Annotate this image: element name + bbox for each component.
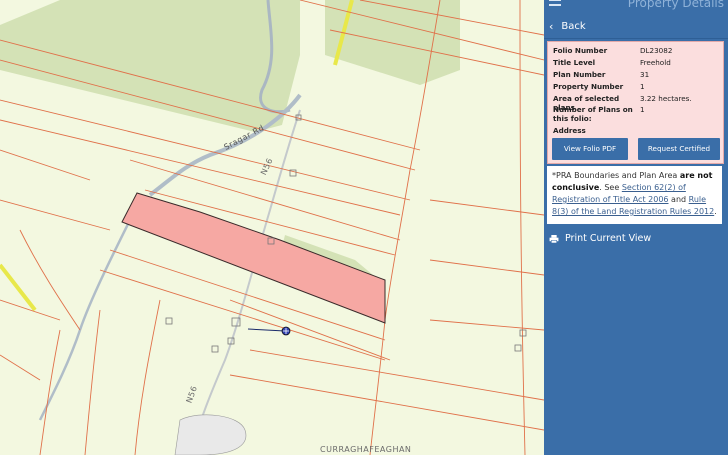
map-canvas[interactable] [0, 0, 544, 455]
view-folio-pdf-button[interactable]: View Folio PDF [552, 138, 628, 160]
woodland-area-northeast [325, 0, 460, 85]
back-label: Back [561, 20, 586, 32]
field-value: 1 [640, 105, 645, 114]
panel-header: Property Details [544, 0, 728, 14]
disclaimer-end: . [714, 207, 717, 216]
chevron-left-icon: ‹ [549, 19, 554, 33]
field-value: DL23082 [640, 46, 673, 55]
field-key: Address [553, 126, 586, 135]
disclaimer-prefix: *PRA Boundaries and Plan Area [552, 171, 680, 180]
field-key: Title Level [553, 58, 596, 67]
quarry-area [174, 414, 247, 455]
road-west [38, 209, 137, 421]
request-certified-copy-button[interactable]: Request Certified Copy [638, 138, 720, 175]
disclaimer-notice: *PRA Boundaries and Plan Area are not co… [547, 166, 722, 224]
print-label: Print Current View [565, 233, 652, 244]
printer-icon [549, 234, 559, 243]
field-value: 1 [640, 82, 645, 91]
woodland-area-north [0, 0, 300, 132]
field-value: 3.22 hectares. [640, 94, 692, 103]
print-current-view-button[interactable]: Print Current View [549, 233, 651, 244]
field-key: Folio Number [553, 46, 608, 55]
disclaimer-text: *PRA Boundaries and Plan Area are not co… [547, 166, 722, 218]
field-key: Number of Plans on this folio: [553, 105, 633, 123]
panel-title: Property Details [627, 0, 724, 10]
marker-line [247, 328, 286, 332]
disclaimer-and: and [668, 195, 689, 204]
map-view[interactable]: Sragar Rd N56 N56 CURRAGHAFEAGHAN [0, 0, 544, 455]
property-info-box: Folio Number DL23082 Title Level Freehol… [547, 41, 724, 175]
field-key: Property Number [553, 82, 624, 91]
field-key: Plan Number [553, 70, 606, 79]
yellow-road-4 [0, 263, 37, 312]
townland-label: CURRAGHAFEAGHAN [320, 445, 412, 454]
property-details-panel: Property Details ‹ Back Folio Number DL2… [544, 0, 728, 455]
field-value: Freehold [640, 58, 671, 67]
disclaimer-see: . See [599, 183, 622, 192]
menu-icon[interactable] [549, 0, 561, 10]
back-button[interactable]: ‹ Back [544, 14, 728, 39]
field-value: 31 [640, 70, 650, 79]
